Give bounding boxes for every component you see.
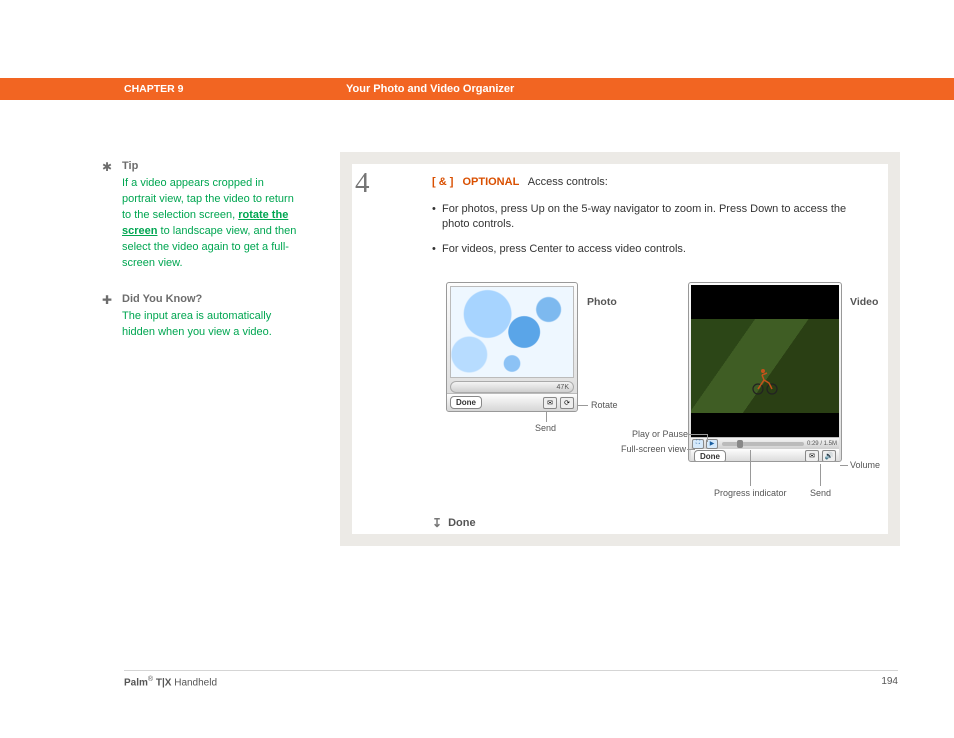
done-arrow-icon: ↧ bbox=[432, 516, 442, 530]
chapter-header-bar: CHAPTER 9 Your Photo and Video Organizer bbox=[0, 78, 954, 100]
callout-line bbox=[578, 405, 588, 406]
callout-volume: Volume bbox=[850, 460, 880, 471]
callout-line bbox=[750, 450, 751, 486]
tip-text: If a video appears cropped in portrait v… bbox=[122, 175, 300, 271]
optional-label: OPTIONAL bbox=[462, 176, 519, 188]
video-control-bar-2: Done ✉ 🔊 bbox=[691, 449, 839, 462]
callout-fullscreen: Full-screen view bbox=[604, 444, 686, 455]
chapter-title: Your Photo and Video Organizer bbox=[346, 83, 514, 95]
step-content: [ & ] OPTIONAL Access controls: For phot… bbox=[432, 176, 876, 534]
progress-track[interactable] bbox=[722, 442, 804, 446]
callout-line bbox=[840, 465, 848, 466]
callout-send-photo: Send bbox=[535, 423, 556, 434]
asterisk-icon: ✱ bbox=[102, 160, 116, 174]
video-done-button[interactable]: Done bbox=[694, 450, 726, 463]
photo-viewer-frame: 47K Done ✉ ⟳ bbox=[446, 282, 578, 412]
instruction-panel-inner: 4 [ & ] OPTIONAL Access controls: For ph… bbox=[352, 164, 888, 534]
callout-play-pause: Play or Pause bbox=[624, 429, 688, 440]
video-letterbox-bottom bbox=[691, 413, 839, 437]
callout-line bbox=[687, 449, 695, 450]
brand-suffix: Handheld bbox=[171, 677, 217, 688]
brand-name: Palm bbox=[124, 677, 148, 688]
page-footer: Palm® T|X Handheld 194 bbox=[124, 676, 898, 688]
callout-line bbox=[546, 412, 547, 422]
done-row: ↧ Done bbox=[432, 516, 476, 530]
sidebar-notes: ✱ Tip If a video appears cropped in port… bbox=[102, 160, 300, 362]
callout-send-video: Send bbox=[810, 488, 831, 499]
video-label: Video bbox=[850, 296, 878, 308]
tip-heading: Tip bbox=[122, 160, 300, 172]
biker-icon bbox=[749, 365, 779, 395]
instruction-panel: 4 [ & ] OPTIONAL Access controls: For ph… bbox=[340, 152, 900, 546]
photo-done-button[interactable]: Done bbox=[450, 396, 482, 409]
photo-label: Photo bbox=[587, 296, 617, 308]
callout-rotate: Rotate bbox=[591, 400, 618, 411]
instruction-bullets: For photos, press Up on the 5-way naviga… bbox=[432, 202, 876, 257]
screenshot-area: Photo Video 47K Done ✉ bbox=[432, 282, 876, 500]
send-icon[interactable]: ✉ bbox=[543, 397, 557, 409]
continue-bracket: [ & ] bbox=[432, 176, 453, 188]
optional-line: [ & ] OPTIONAL Access controls: bbox=[432, 176, 876, 188]
volume-icon[interactable]: 🔊 bbox=[822, 450, 836, 462]
bubbles-image bbox=[451, 287, 573, 377]
dyk-heading: Did You Know? bbox=[122, 293, 300, 305]
callout-line bbox=[820, 464, 821, 486]
callout-line bbox=[689, 434, 707, 435]
tip-block: ✱ Tip If a video appears cropped in port… bbox=[102, 160, 300, 271]
photo-screenshot: 47K Done ✉ ⟳ bbox=[446, 282, 578, 412]
photo-size-bar: 47K bbox=[450, 381, 574, 393]
dyk-text: The input area is automatically hidden w… bbox=[122, 308, 300, 340]
did-you-know-block: ✚ Did You Know? The input area is automa… bbox=[102, 293, 300, 340]
done-label: Done bbox=[448, 517, 476, 529]
video-viewer-frame: ⛶ ▶ 0:29 / 1.5M Done ✉ 🔊 bbox=[688, 282, 842, 462]
optional-text: Access controls: bbox=[528, 176, 608, 188]
rotate-icon[interactable]: ⟳ bbox=[560, 397, 574, 409]
video-control-bar-1: ⛶ ▶ 0:29 / 1.5M bbox=[691, 437, 839, 449]
bullet-photo: For photos, press Up on the 5-way naviga… bbox=[432, 202, 876, 232]
video-still bbox=[691, 319, 839, 413]
callout-line bbox=[707, 434, 708, 442]
video-time-label: 0:29 / 1.5M bbox=[807, 441, 837, 447]
photo-toolbar: Done ✉ ⟳ bbox=[447, 393, 577, 411]
chapter-header-inner: CHAPTER 9 Your Photo and Video Organizer bbox=[124, 78, 898, 100]
footer-brand: Palm® T|X Handheld bbox=[124, 676, 217, 688]
plus-icon: ✚ bbox=[102, 293, 116, 307]
footer-rule bbox=[124, 670, 898, 671]
bullet-video: For videos, press Center to access video… bbox=[432, 242, 876, 257]
video-letterbox-top bbox=[691, 285, 839, 319]
photo-image bbox=[450, 286, 574, 378]
progress-thumb[interactable] bbox=[737, 440, 743, 448]
model-name: T|X bbox=[153, 677, 171, 688]
video-send-icon[interactable]: ✉ bbox=[805, 450, 819, 462]
callout-progress: Progress indicator bbox=[714, 488, 787, 499]
video-screenshot: ⛶ ▶ 0:29 / 1.5M Done ✉ 🔊 bbox=[688, 282, 844, 462]
page-number: 194 bbox=[881, 676, 898, 688]
step-number: 4 bbox=[355, 167, 370, 200]
chapter-number: CHAPTER 9 bbox=[124, 83, 346, 95]
manual-page: CHAPTER 9 Your Photo and Video Organizer… bbox=[0, 0, 954, 738]
fullscreen-icon[interactable]: ⛶ bbox=[692, 439, 704, 449]
